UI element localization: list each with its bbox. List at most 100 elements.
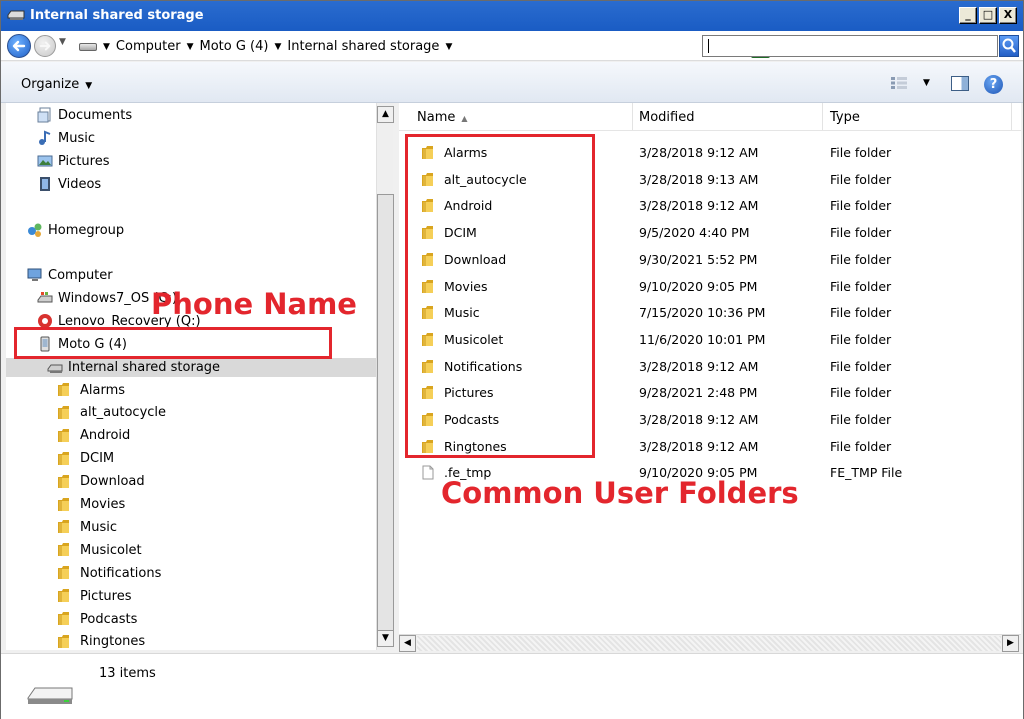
nav-folder-item[interactable]: Android — [57, 426, 130, 446]
file-type: File folder — [830, 305, 892, 321]
nav-item-label: Videos — [58, 176, 102, 192]
file-icon — [422, 465, 434, 480]
file-list-horizontal-scrollbar[interactable]: ◀ ▶ — [399, 634, 1021, 652]
address-bar[interactable]: ▼ Computer ▼ Moto G (4) ▼ Internal share… — [74, 34, 770, 58]
file-type: File folder — [830, 358, 892, 374]
file-modified: 7/15/2020 10:36 PM — [639, 305, 766, 321]
minimize-button[interactable]: _ — [959, 7, 977, 24]
common-folders-annotation: Common User Folders — [441, 476, 799, 510]
file-modified: 3/28/2018 9:12 AM — [639, 198, 759, 214]
nav-item-label: Musicolet — [80, 542, 142, 558]
nav-item-computer[interactable]: Computer — [27, 265, 113, 285]
column-header-label: Modified — [639, 110, 695, 125]
chevron-down-icon[interactable]: ▼ — [103, 42, 110, 52]
file-modified: 3/28/2018 9:13 AM — [639, 171, 759, 187]
help-button[interactable]: ? — [984, 75, 1003, 94]
column-header-modified[interactable]: Modified — [629, 103, 823, 130]
address-row: ▼ ▼ Computer ▼ Moto G (4) ▼ Internal sha… — [1, 31, 1023, 61]
chevron-down-icon: ▼ — [85, 81, 93, 91]
folder-icon — [58, 497, 69, 511]
nav-item-music[interactable]: Music — [37, 128, 95, 148]
breadcrumb-device[interactable]: Moto G (4) — [199, 39, 268, 54]
view-details-icon[interactable] — [891, 77, 907, 89]
file-type: File folder — [830, 385, 892, 401]
close-button[interactable]: X — [999, 7, 1017, 24]
nav-item-label: Computer — [48, 267, 113, 283]
nav-item-pictures[interactable]: Pictures — [37, 151, 109, 171]
chevron-down-icon[interactable]: ▼ — [445, 42, 452, 52]
nav-folder-item[interactable]: DCIM — [57, 449, 114, 469]
column-header-name[interactable]: Name ▲ — [407, 103, 633, 130]
navigation-pane[interactable]: Documents Music Pictures Videos Homegrou… — [6, 103, 376, 650]
nav-folder-item[interactable]: Notifications — [57, 563, 161, 583]
nav-item-label: Podcasts — [80, 611, 138, 627]
nav-folder-item[interactable]: Musicolet — [57, 540, 142, 560]
nav-folder-item[interactable]: Alarms — [57, 380, 125, 400]
folder-icon — [58, 612, 69, 625]
nav-folder-item[interactable]: alt_autocycle — [57, 403, 166, 423]
nav-folder-item[interactable]: Download — [57, 472, 145, 492]
nav-item-videos[interactable]: Videos — [37, 174, 101, 194]
nav-folder-item[interactable]: Ringtones — [57, 632, 145, 650]
file-type: File folder — [830, 278, 892, 294]
nav-item-internal-storage[interactable]: Internal shared storage — [47, 357, 220, 377]
column-header-label: Name — [417, 110, 456, 125]
storage-icon — [47, 364, 63, 373]
nav-folder-item[interactable]: Pictures — [57, 586, 131, 606]
nav-item-label: Alarms — [80, 382, 126, 398]
folder-icon — [58, 543, 69, 557]
forward-button[interactable] — [34, 35, 56, 57]
file-modified: 3/28/2018 9:12 AM — [639, 358, 759, 374]
recent-pages-dropdown[interactable]: ▼ — [59, 37, 66, 47]
file-type: File folder — [830, 171, 892, 187]
column-header-label: Type — [830, 110, 860, 125]
breadcrumb-storage[interactable]: Internal shared storage — [287, 39, 439, 54]
file-type: File folder — [830, 438, 892, 454]
search-input[interactable] — [702, 35, 998, 57]
view-options-dropdown[interactable]: ▼ — [923, 78, 930, 88]
navigation-scrollbar[interactable]: ▲ ▼ — [376, 103, 394, 650]
folder-icon — [58, 589, 69, 603]
file-modified: 9/28/2021 2:48 PM — [639, 385, 758, 401]
file-modified: 3/28/2018 9:12 AM — [639, 438, 759, 454]
videos-icon — [40, 177, 50, 191]
scroll-up-button[interactable]: ▲ — [377, 106, 394, 123]
nav-item-label: Pictures — [58, 153, 110, 169]
scroll-left-button[interactable]: ◀ — [399, 635, 416, 652]
chevron-down-icon[interactable]: ▼ — [187, 42, 194, 52]
nav-folder-item[interactable]: Music — [57, 517, 117, 537]
title-bar[interactable]: Internal shared storage _ □ X — [1, 1, 1023, 31]
preview-pane-icon[interactable] — [951, 76, 969, 91]
documents-icon — [37, 107, 51, 123]
file-type: File folder — [830, 225, 892, 241]
back-button[interactable] — [7, 34, 31, 58]
nav-item-documents[interactable]: Documents — [37, 105, 132, 125]
search-button[interactable] — [999, 35, 1019, 57]
organize-menu[interactable]: Organize ▼ — [21, 77, 92, 92]
chevron-down-icon[interactable]: ▼ — [274, 42, 281, 52]
file-modified: 11/6/2020 10:01 PM — [639, 331, 766, 347]
scroll-down-button[interactable]: ▼ — [377, 630, 394, 647]
column-header-type[interactable]: Type — [820, 103, 1012, 130]
file-type: File folder — [830, 251, 892, 267]
nav-item-label: alt_autocycle — [80, 405, 167, 421]
phone-name-annotation: Phone Name — [151, 287, 357, 321]
music-icon — [39, 130, 51, 145]
arrow-right-icon — [39, 41, 51, 51]
breadcrumb-computer[interactable]: Computer — [116, 39, 181, 54]
scroll-thumb[interactable] — [377, 194, 394, 638]
scroll-track[interactable] — [417, 636, 1001, 651]
file-type: File folder — [830, 145, 892, 160]
arrow-left-icon — [12, 40, 26, 52]
nav-item-label: Movies — [80, 497, 126, 512]
text-caret — [708, 39, 709, 53]
maximize-button[interactable]: □ — [979, 7, 997, 24]
nav-item-homegroup[interactable]: Homegroup — [27, 220, 124, 240]
phone-name-highlight-box — [14, 327, 332, 359]
scroll-right-button[interactable]: ▶ — [1002, 635, 1019, 652]
nav-folder-item[interactable]: Podcasts — [57, 609, 137, 629]
nav-item-label: Music — [58, 130, 95, 146]
command-bar: Organize ▼ ▼ ? — [1, 62, 1023, 103]
nav-folder-item[interactable]: Movies — [57, 495, 125, 515]
folder-icon — [58, 428, 69, 442]
